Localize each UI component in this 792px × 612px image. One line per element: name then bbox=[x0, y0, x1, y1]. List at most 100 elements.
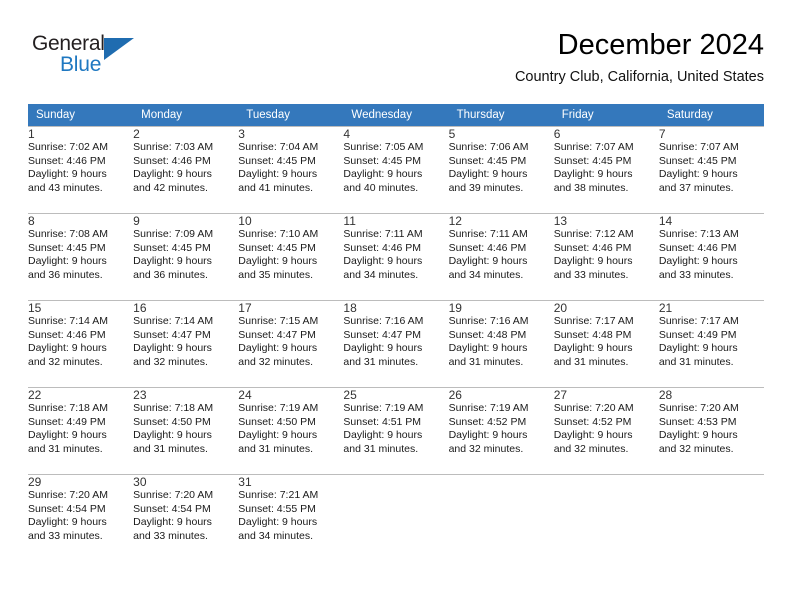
day-detail-cell: Sunrise: 7:20 AM Sunset: 4:52 PM Daylight:… bbox=[553, 402, 659, 462]
sunrise-text: Sunrise: 7:17 AM bbox=[553, 315, 634, 327]
week-spacer-cell bbox=[448, 288, 554, 301]
sunset-text: Sunset: 4:45 PM bbox=[343, 154, 422, 167]
empty-day-cell bbox=[553, 474, 659, 489]
day-number[interactable]: 12 bbox=[448, 213, 554, 228]
day-number[interactable]: 15 bbox=[28, 300, 134, 315]
day-number[interactable]: 29 bbox=[28, 474, 134, 489]
calendar-body: 1 2 3 4 5 6 7 Sunrise: 7:02 AM Sunset: 4:46 PM Da… bbox=[28, 126, 764, 549]
day-number[interactable]: 17 bbox=[238, 300, 344, 315]
day-number[interactable]: 21 bbox=[658, 300, 764, 315]
day-detail-cell: Sunrise: 7:04 AM Sunset: 4:45 PM Daylight:… bbox=[238, 141, 344, 201]
daylight-text: Daylight: 9 hours bbox=[238, 255, 318, 268]
day-number[interactable]: 10 bbox=[238, 213, 344, 228]
empty-detail-cell bbox=[343, 489, 449, 549]
sunrise-text: Sunrise: 7:07 AM bbox=[658, 141, 739, 153]
day-number[interactable]: 11 bbox=[343, 213, 449, 228]
week-spacer-cell bbox=[133, 288, 239, 301]
day-number[interactable]: 7 bbox=[658, 126, 764, 141]
day-number[interactable]: 23 bbox=[133, 387, 239, 402]
week-spacer-cell bbox=[133, 201, 239, 214]
weekday-header-sunday: Sunday bbox=[28, 104, 134, 127]
daylight-minutes-text: and 35 minutes. bbox=[238, 268, 313, 281]
day-detail-cell: Sunrise: 7:19 AM Sunset: 4:50 PM Daylight:… bbox=[238, 402, 344, 462]
day-number[interactable]: 26 bbox=[448, 387, 554, 402]
sunset-text: Sunset: 4:47 PM bbox=[343, 328, 422, 341]
day-detail-cell: Sunrise: 7:20 AM Sunset: 4:53 PM Daylight:… bbox=[658, 402, 764, 462]
daylight-text: Daylight: 9 hours bbox=[133, 255, 212, 268]
daylight-text: Daylight: 9 hours bbox=[448, 168, 528, 181]
daylight-text: Daylight: 9 hours bbox=[658, 429, 738, 442]
sunset-text: Sunset: 4:47 PM bbox=[133, 328, 211, 341]
day-detail-cell: Sunrise: 7:11 AM Sunset: 4:46 PM Daylight:… bbox=[448, 228, 554, 288]
day-detail-cell: Sunrise: 7:20 AM Sunset: 4:54 PM Daylight:… bbox=[28, 489, 134, 549]
sunset-text: Sunset: 4:52 PM bbox=[553, 415, 632, 428]
week-spacer-row bbox=[28, 462, 764, 475]
sunset-text: Sunset: 4:45 PM bbox=[28, 241, 106, 254]
day-number[interactable]: 19 bbox=[448, 300, 554, 315]
day-number[interactable]: 20 bbox=[553, 300, 659, 315]
daylight-text: Daylight: 9 hours bbox=[553, 342, 633, 355]
sunset-text: Sunset: 4:54 PM bbox=[28, 502, 106, 515]
day-number[interactable]: 14 bbox=[658, 213, 764, 228]
day-number[interactable]: 31 bbox=[238, 474, 344, 489]
weekday-header-monday: Monday bbox=[133, 104, 239, 127]
page-header: General Blue December 2024 Country Club,… bbox=[28, 28, 764, 96]
sunrise-text: Sunrise: 7:07 AM bbox=[553, 141, 634, 153]
week-spacer-cell bbox=[238, 201, 344, 214]
day-detail-cell: Sunrise: 7:14 AM Sunset: 4:46 PM Daylight:… bbox=[28, 315, 134, 375]
day-number[interactable]: 22 bbox=[28, 387, 134, 402]
day-number[interactable]: 25 bbox=[343, 387, 449, 402]
general-blue-logo[interactable]: General Blue bbox=[32, 32, 212, 90]
sunset-text: Sunset: 4:51 PM bbox=[343, 415, 422, 428]
day-number[interactable]: 28 bbox=[658, 387, 764, 402]
daylight-minutes-text: and 36 minutes. bbox=[28, 268, 103, 281]
daylight-minutes-text: and 43 minutes. bbox=[28, 181, 103, 194]
day-number[interactable]: 6 bbox=[553, 126, 659, 141]
week-spacer-cell bbox=[658, 201, 764, 214]
day-number[interactable]: 4 bbox=[343, 126, 449, 141]
day-number[interactable]: 8 bbox=[28, 213, 134, 228]
day-detail-cell: Sunrise: 7:13 AM Sunset: 4:46 PM Daylight:… bbox=[658, 228, 764, 288]
daylight-minutes-text: and 32 minutes. bbox=[133, 355, 208, 368]
day-number[interactable]: 1 bbox=[28, 126, 134, 141]
day-detail-cell: Sunrise: 7:15 AM Sunset: 4:47 PM Daylight:… bbox=[238, 315, 344, 375]
weekday-header-saturday: Saturday bbox=[658, 104, 764, 127]
day-detail-cell: Sunrise: 7:16 AM Sunset: 4:47 PM Daylight:… bbox=[343, 315, 449, 375]
week-spacer-cell bbox=[658, 375, 764, 388]
daylight-text: Daylight: 9 hours bbox=[28, 516, 107, 529]
day-number[interactable]: 2 bbox=[133, 126, 239, 141]
sunrise-text: Sunrise: 7:20 AM bbox=[28, 489, 108, 501]
daylight-minutes-text: and 33 minutes. bbox=[28, 529, 103, 542]
week-spacer-cell bbox=[448, 201, 554, 214]
day-detail-cell: Sunrise: 7:17 AM Sunset: 4:48 PM Daylight:… bbox=[553, 315, 659, 375]
daylight-text: Daylight: 9 hours bbox=[658, 255, 738, 268]
day-number[interactable]: 27 bbox=[553, 387, 659, 402]
day-number[interactable]: 30 bbox=[133, 474, 239, 489]
calendar-grid: Sunday Monday Tuesday Wednesday Thursday Frid… bbox=[28, 104, 764, 549]
day-number[interactable]: 5 bbox=[448, 126, 554, 141]
daylight-minutes-text: and 33 minutes. bbox=[133, 529, 208, 542]
week-spacer-cell bbox=[343, 462, 449, 475]
day-detail-cell: Sunrise: 7:21 AM Sunset: 4:55 PM Daylight:… bbox=[238, 489, 344, 549]
day-number[interactable]: 3 bbox=[238, 126, 344, 141]
day-detail-cell: Sunrise: 7:12 AM Sunset: 4:46 PM Daylight:… bbox=[553, 228, 659, 288]
day-detail-cell: Sunrise: 7:11 AM Sunset: 4:46 PM Daylight:… bbox=[343, 228, 449, 288]
calendar-week-detail-row: Sunrise: 7:20 AM Sunset: 4:54 PM Daylight:… bbox=[28, 489, 764, 549]
day-number[interactable]: 24 bbox=[238, 387, 344, 402]
sunset-text: Sunset: 4:46 PM bbox=[28, 328, 106, 341]
sunset-text: Sunset: 4:46 PM bbox=[448, 241, 527, 254]
calendar-header-row: Sunday Monday Tuesday Wednesday Thursday Frid… bbox=[28, 104, 764, 127]
sunrise-text: Sunrise: 7:20 AM bbox=[658, 402, 739, 414]
day-number[interactable]: 16 bbox=[133, 300, 239, 315]
empty-day-cell bbox=[343, 474, 449, 489]
day-number[interactable]: 18 bbox=[343, 300, 449, 315]
sunset-text: Sunset: 4:45 PM bbox=[658, 154, 737, 167]
calendar-week-detail-row: Sunrise: 7:08 AM Sunset: 4:45 PM Daylight:… bbox=[28, 228, 764, 288]
daylight-minutes-text: and 32 minutes. bbox=[553, 442, 629, 455]
sunrise-text: Sunrise: 7:16 AM bbox=[448, 315, 529, 327]
daylight-text: Daylight: 9 hours bbox=[658, 168, 738, 181]
day-number[interactable]: 9 bbox=[133, 213, 239, 228]
week-spacer-row bbox=[28, 201, 764, 214]
day-number[interactable]: 13 bbox=[553, 213, 659, 228]
sunset-text: Sunset: 4:46 PM bbox=[553, 241, 632, 254]
